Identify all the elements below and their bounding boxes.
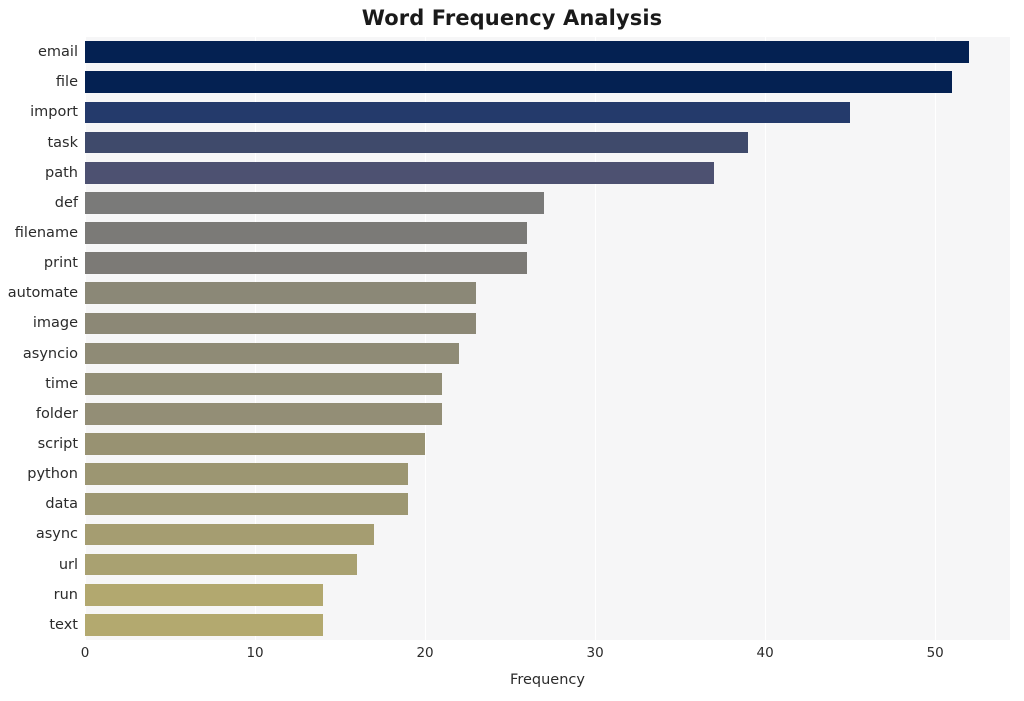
y-tick-label-run: run [53, 586, 78, 603]
y-tick-label-folder: folder [35, 405, 78, 422]
x-axis-tick-labels: 0 10 20 30 40 50 [0, 645, 1024, 669]
y-tick-label-import: import [30, 104, 78, 121]
x-tick-label-10: 10 [246, 645, 264, 661]
y-tick-label-file: file [55, 74, 78, 91]
y-tick-label-print: print [43, 255, 78, 272]
y-tick-label-email: email [38, 44, 78, 61]
y-tick-label-data: data [45, 496, 78, 513]
y-tick-label-def: def [54, 194, 78, 211]
x-axis-label: Frequency [510, 672, 585, 688]
y-tick-label-script: script [37, 436, 78, 453]
y-axis-tick-labels: email file import task path def filename print a… [0, 37, 1024, 640]
y-tick-label-path: path [45, 164, 78, 181]
x-tick-label-20: 20 [416, 645, 434, 661]
chart-figure: Word Frequency Analysis email file import t… [0, 0, 1024, 701]
y-tick-label-filename: filename [14, 224, 78, 241]
y-tick-label-python: python [27, 466, 78, 483]
y-tick-label-automate: automate [7, 285, 78, 302]
x-tick-label-50: 50 [926, 645, 944, 661]
y-tick-label-image: image [32, 315, 78, 332]
x-tick-label-0: 0 [80, 645, 90, 661]
y-tick-label-text: text [49, 616, 78, 633]
x-tick-label-30: 30 [586, 645, 604, 661]
chart-title: Word Frequency Analysis [361, 6, 663, 30]
y-tick-label-asyncio: asyncio [22, 345, 78, 362]
x-tick-label-40: 40 [756, 645, 774, 661]
y-tick-label-task: task [47, 134, 78, 151]
y-tick-label-async: async [35, 526, 78, 543]
y-tick-label-url: url [58, 556, 78, 573]
y-tick-label-time: time [45, 375, 78, 392]
